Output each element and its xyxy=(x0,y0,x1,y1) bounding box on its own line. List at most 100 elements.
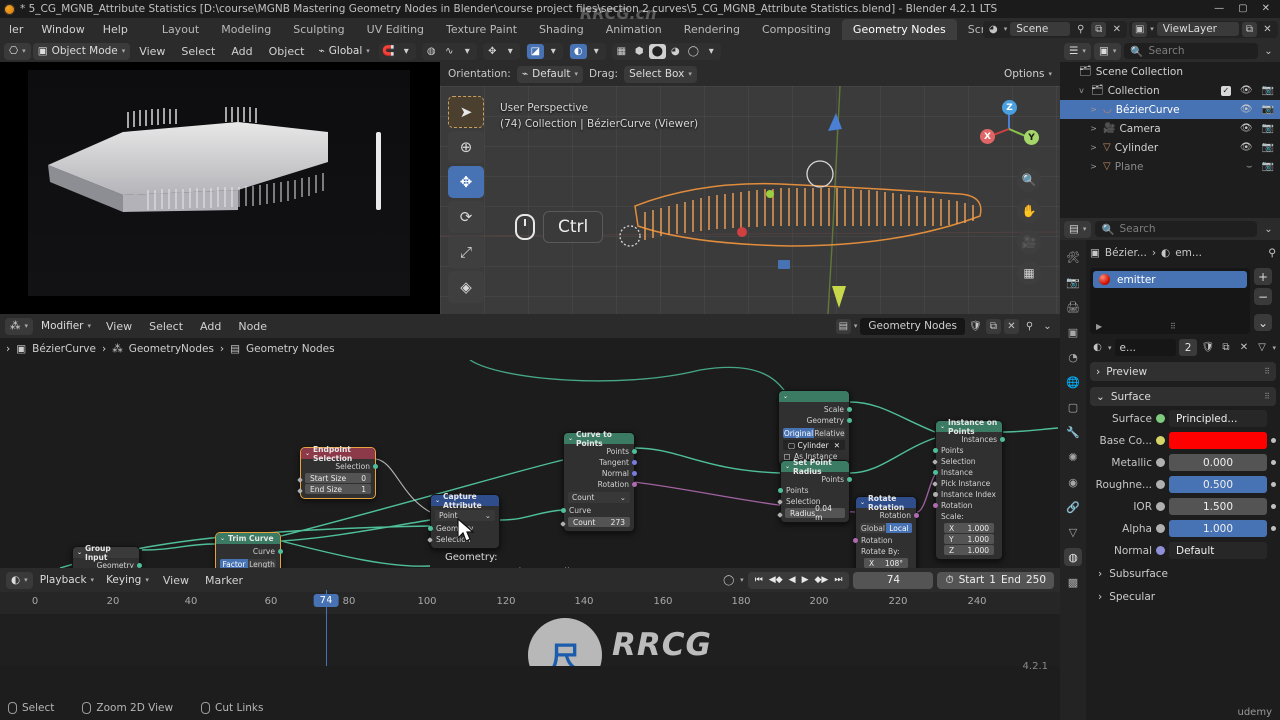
node-menu-view[interactable]: View xyxy=(99,318,139,335)
duplicate-nodetree-icon[interactable]: ⧉ xyxy=(986,318,1001,334)
window-controls[interactable]: — ▢ ✕ xyxy=(1214,0,1278,18)
node-tree-name-field[interactable]: Geometry Nodes xyxy=(860,317,965,335)
property-socket-icon[interactable] xyxy=(1156,480,1165,489)
material-preview-icon[interactable]: ⬤ xyxy=(648,43,666,59)
chevron-down-icon[interactable]: ▾ xyxy=(398,44,415,59)
breadcrumb-material[interactable]: em... xyxy=(1175,247,1202,259)
pin-icon[interactable]: ⚲ xyxy=(1268,247,1276,259)
property-socket-icon[interactable] xyxy=(1156,502,1165,511)
chevron-down-icon[interactable]: ▾ xyxy=(1108,344,1112,352)
add-material-slot-button[interactable]: + xyxy=(1254,268,1272,285)
chevron-down-icon[interactable]: ⌄ xyxy=(783,393,788,400)
node-vector-y[interactable]: Y 1.000 xyxy=(944,534,994,544)
tool-tweak[interactable]: ➤ xyxy=(448,96,484,128)
gizmo-axis-x[interactable]: X xyxy=(980,129,995,144)
tab-texture[interactable]: ▩ xyxy=(1064,573,1082,591)
toggle-local[interactable]: Local xyxy=(886,523,912,533)
node-field-count[interactable]: Count 273 xyxy=(568,517,630,527)
render-camera-icon[interactable]: 📷 xyxy=(1262,85,1274,96)
node-group-input[interactable]: ⌄ Group Input Geometry xyxy=(72,544,142,568)
node-header[interactable]: ⌄ Endpoint Selection xyxy=(301,445,375,463)
toggle-original[interactable]: Original xyxy=(783,428,814,438)
show-gizmo-icon[interactable]: ✥ xyxy=(484,44,501,59)
chevron-down-icon[interactable]: ⌄ xyxy=(785,463,790,470)
output-socket-icon[interactable] xyxy=(847,418,852,423)
new-viewlayer-icon[interactable]: ⧉ xyxy=(1242,21,1257,37)
transform-orientation-dropdown[interactable]: ⌁ Global ▾ xyxy=(313,43,374,60)
output-socket-icon[interactable] xyxy=(847,477,852,482)
input-socket-icon[interactable] xyxy=(427,536,433,543)
new-scene-icon[interactable]: ⧉ xyxy=(1091,21,1107,37)
tool-transform[interactable]: ◈ xyxy=(448,271,484,303)
fake-user-shield-icon[interactable]: 🛡 xyxy=(968,319,983,334)
next-keyframe-icon[interactable]: ◆▶ xyxy=(814,575,828,585)
breadcrumb-object-name[interactable]: BézierCurve xyxy=(32,343,96,355)
node-transform-geometry[interactable]: ⌄ Scale Geometry Original Relative ▢ Cylinder… xyxy=(778,390,852,466)
play-reverse-icon[interactable]: ◀ xyxy=(789,575,796,585)
solid-shading-icon[interactable]: ⬢ xyxy=(631,44,648,59)
resize-grip-icon[interactable]: ⠿ xyxy=(1170,322,1176,331)
chevron-down-icon[interactable]: ⌄ xyxy=(77,549,82,556)
surface-panel-header[interactable]: ⌄ Surface ⠿ xyxy=(1090,387,1276,406)
node-trim-curve[interactable]: ⌄Trim CurveCurveFactorLengthCurveSelecti… xyxy=(215,532,283,568)
drag-dropdown[interactable]: Select Box ▾ xyxy=(624,65,697,83)
chevron-right-icon[interactable]: › xyxy=(6,343,10,355)
wireframe-shading-icon[interactable]: ▦ xyxy=(613,44,630,59)
end-frame-value[interactable]: 250 xyxy=(1026,574,1046,586)
material-node-icon[interactable]: ▽ xyxy=(1254,340,1269,355)
node-toggle-group[interactable]: Global Local xyxy=(860,523,912,533)
unlink-material-icon[interactable]: ✕ xyxy=(1236,340,1251,355)
material-name-field[interactable]: e... xyxy=(1114,339,1176,356)
expand-arrow-icon[interactable]: ▶ xyxy=(1096,322,1102,331)
tab-animation[interactable]: Animation xyxy=(595,19,673,40)
3d-viewport[interactable]: User Perspective (74) Collection | Bézie… xyxy=(440,86,1060,314)
node-header[interactable]: ⌄ Curve to Points xyxy=(564,430,634,448)
scene-icon[interactable]: ◕ xyxy=(986,22,1001,37)
proportional-edit-icon[interactable]: ◍ xyxy=(423,44,440,59)
node-field-start-size[interactable]: Start Size 0 xyxy=(305,473,371,483)
material-specials-menu-button[interactable]: ⌄ xyxy=(1254,314,1272,331)
outliner-row-camera[interactable]: > 🎥 Camera 👁 📷 xyxy=(1060,119,1280,138)
tab-compositing[interactable]: Compositing xyxy=(751,19,842,40)
input-socket-icon[interactable] xyxy=(933,503,938,508)
camera-view-icon[interactable]: 🎥 xyxy=(1017,230,1041,254)
output-socket-icon[interactable] xyxy=(632,449,637,454)
node-dropdown[interactable]: Count ⌄ xyxy=(568,492,630,503)
property-socket-icon[interactable] xyxy=(1156,546,1165,555)
input-socket-icon[interactable] xyxy=(932,458,938,465)
tab-shading[interactable]: Shading xyxy=(528,19,595,40)
input-socket-icon[interactable] xyxy=(853,538,858,543)
outliner-row-scene-collection[interactable]: 🗂Scene Collection⌣📷 xyxy=(1060,62,1280,81)
scene-selector[interactable]: ◕ ▾ Scene ⚲ ⧉ ✕ xyxy=(982,20,1128,38)
property-value-field[interactable]: Default xyxy=(1169,542,1267,559)
chevron-down-icon[interactable]: v xyxy=(1076,86,1087,95)
input-socket-icon[interactable] xyxy=(933,448,938,453)
chevron-right-icon[interactable]: > xyxy=(1088,124,1099,133)
render-camera-icon[interactable]: 📷 xyxy=(1262,104,1274,115)
viewport-menu-add[interactable]: Add xyxy=(224,43,259,60)
input-socket-icon[interactable] xyxy=(428,526,433,531)
node-toggle-group[interactable]: Original Relative xyxy=(783,428,845,438)
render-camera-icon[interactable]: 📷 xyxy=(1262,123,1274,134)
outliner-row-collection[interactable]: v 🗂 Collection ✓ 👁 📷 xyxy=(1060,81,1280,100)
navigation-gizmo[interactable]: Z Y X xyxy=(976,96,1042,162)
tab-object[interactable]: ▢ xyxy=(1064,398,1082,416)
tab-world[interactable]: 🌐 xyxy=(1064,373,1082,391)
timeline-ruler[interactable]: 02040608010012014016018020022024074 xyxy=(0,592,1060,614)
outliner-search-input[interactable]: 🔍 Search xyxy=(1124,43,1258,59)
chevron-down-icon[interactable]: ▾ xyxy=(854,322,858,330)
output-socket-icon[interactable] xyxy=(914,513,919,518)
tab-layout[interactable]: Layout xyxy=(151,19,210,40)
property-animate-dot[interactable] xyxy=(1271,438,1276,443)
play-icon[interactable]: ▶ xyxy=(802,575,809,585)
exclude-checkbox[interactable]: ✓ xyxy=(1220,85,1231,96)
tool-move[interactable]: ✥ xyxy=(448,166,484,198)
minimize-icon[interactable]: — xyxy=(1214,4,1224,14)
tab-output[interactable]: 🖨 xyxy=(1064,298,1082,316)
preview-panel-header[interactable]: › Preview ⠿ xyxy=(1090,362,1276,381)
pin-icon[interactable]: ⚲ xyxy=(1022,319,1037,334)
property-animate-dot[interactable] xyxy=(1271,526,1276,531)
scene-name-field[interactable]: Scene xyxy=(1010,22,1071,36)
property-value-field[interactable]: 1.000 xyxy=(1169,520,1267,537)
node-menu-node[interactable]: Node xyxy=(231,318,274,335)
